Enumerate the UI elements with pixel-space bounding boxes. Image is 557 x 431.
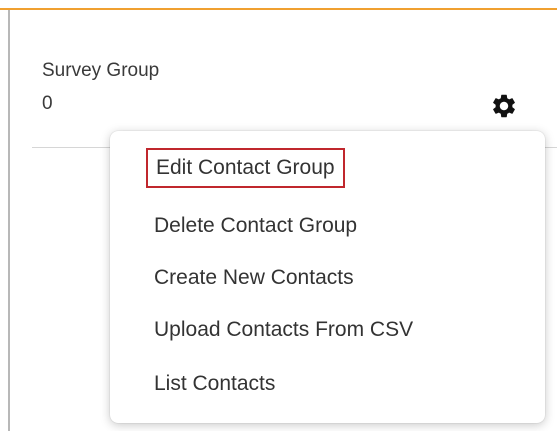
menu-item-create-new-contacts[interactable]: Create New Contacts xyxy=(154,266,354,290)
menu-item-delete-contact-group[interactable]: Delete Contact Group xyxy=(154,214,357,238)
menu-item-upload-contacts-csv[interactable]: Upload Contacts From CSV xyxy=(154,318,413,342)
menu-item-list-contacts[interactable]: List Contacts xyxy=(154,372,275,396)
contact-group-panel: Survey Group 0 Edit Contact Group Delete… xyxy=(0,0,557,431)
context-menu: Edit Contact Group Delete Contact Group … xyxy=(110,131,545,423)
menu-item-edit-contact-group[interactable]: Edit Contact Group xyxy=(146,148,345,188)
gear-icon[interactable] xyxy=(490,92,518,120)
group-count: 0 xyxy=(42,93,53,114)
group-name: Survey Group xyxy=(42,60,160,81)
